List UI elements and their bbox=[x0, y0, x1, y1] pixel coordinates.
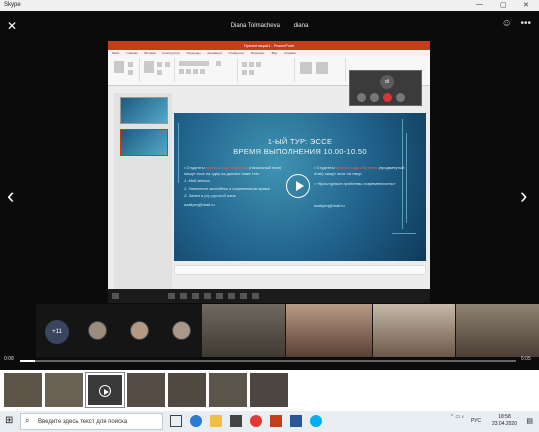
remote-taskbar bbox=[108, 289, 430, 303]
list-item: Мой мечта bbox=[188, 178, 210, 184]
participant-name: Diana Tolmacheva bbox=[230, 23, 280, 29]
slide-thumbnails bbox=[114, 93, 172, 293]
elapsed-time: 0:08 bbox=[4, 356, 14, 362]
powerpoint-titlebar: Презентация1 - PowerPoint bbox=[108, 41, 430, 50]
ribbon-tab[interactable]: Вставка bbox=[145, 51, 156, 55]
participants-strip: +11 bbox=[36, 304, 539, 357]
ribbon-tab[interactable]: Вид bbox=[272, 51, 277, 55]
participant-avatar[interactable] bbox=[88, 321, 107, 340]
total-time: 5:05 bbox=[521, 356, 531, 362]
skype-window: Skype — ▢ ✕ ✕ Diana Tolmacheva diana ☺ •… bbox=[0, 0, 539, 432]
store-icon[interactable] bbox=[230, 415, 242, 427]
list-item: Зачем я учу русский язык bbox=[188, 193, 236, 199]
ribbon-tab[interactable]: Файл bbox=[112, 51, 119, 55]
ribbon-tab[interactable]: Справка bbox=[284, 51, 296, 55]
ribbon-tab[interactable]: Рецензир. bbox=[251, 51, 265, 55]
video-thumbnail-selected[interactable] bbox=[85, 372, 125, 408]
taskbar: ⊞ ⌕ Введите здесь текст для поиска ⌃ ▭ ♪… bbox=[0, 411, 539, 432]
word-icon[interactable] bbox=[290, 415, 302, 427]
slide: 1-ЫЙ ТУР: ЭССЕ ВРЕМЯ ВЫПОЛНЕНИЯ 10.00-10… bbox=[174, 113, 426, 261]
call-view: ✕ Diana Tolmacheva diana ☺ ••• ‹ › Презе… bbox=[0, 11, 539, 370]
slide-subtitle: ВРЕМЯ ВЫПОЛНЕНИЯ 10.00-10.50 bbox=[233, 147, 367, 156]
opera-icon[interactable] bbox=[250, 415, 262, 427]
windows-start-icon[interactable]: ⊞ bbox=[5, 416, 13, 426]
play-icon[interactable] bbox=[286, 174, 310, 198]
email-text: azaliyeq@mail.ru bbox=[184, 201, 215, 207]
list-item: Увлечение молодёжи в современном время bbox=[188, 185, 270, 191]
timeline-track[interactable] bbox=[20, 360, 516, 362]
camera-icon[interactable] bbox=[357, 93, 366, 102]
left-column: • Студенты первого года обучения (началь… bbox=[184, 165, 284, 208]
notes-pane[interactable] bbox=[174, 265, 426, 275]
ribbon-tab[interactable]: Слайд-шоу bbox=[228, 51, 244, 55]
timeline-progress bbox=[20, 360, 35, 362]
edge-icon[interactable] bbox=[190, 415, 202, 427]
task-view-icon[interactable] bbox=[170, 415, 182, 427]
tray-icons[interactable]: ⌃ ▭ ♪ bbox=[450, 414, 464, 420]
share-icon[interactable] bbox=[396, 93, 405, 102]
participant-video[interactable] bbox=[373, 304, 455, 357]
window-title: Skype bbox=[4, 2, 21, 8]
minimize-icon[interactable]: — bbox=[476, 1, 483, 8]
video-thumbnail[interactable] bbox=[209, 373, 247, 407]
search-icon: ⌕ bbox=[25, 416, 30, 425]
right-column: • Студенты второго года обучения (продви… bbox=[314, 165, 414, 208]
ribbon-tab[interactable]: Конструктор bbox=[163, 51, 180, 55]
participant-video[interactable] bbox=[202, 304, 285, 357]
video-thumbnail[interactable] bbox=[168, 373, 206, 407]
call-header: Diana Tolmacheva diana bbox=[0, 23, 539, 29]
end-call-icon[interactable] bbox=[383, 93, 392, 102]
more-participants-button[interactable]: +11 bbox=[45, 320, 69, 344]
video-thumbnail[interactable] bbox=[250, 373, 288, 407]
list-item: «Культурные проблемы современности» bbox=[316, 181, 396, 187]
self-video-preview[interactable]: di bbox=[349, 70, 422, 106]
participant-video[interactable] bbox=[456, 304, 539, 357]
slide-thumbnail[interactable] bbox=[120, 129, 168, 156]
timeline: 0:08 5:05 bbox=[0, 353, 539, 369]
avatar: di bbox=[380, 75, 394, 89]
mic-icon[interactable] bbox=[370, 93, 379, 102]
language-indicator[interactable]: РУС bbox=[471, 418, 481, 424]
participant-video[interactable] bbox=[286, 304, 372, 357]
taskbar-search[interactable]: ⌕ Введите здесь текст для поиска bbox=[20, 413, 163, 430]
skype-icon[interactable] bbox=[310, 415, 322, 427]
video-thumbnail[interactable] bbox=[45, 373, 83, 407]
email-text: azaliyeq@mail.ru bbox=[314, 202, 345, 208]
notifications-icon[interactable]: ▤ bbox=[526, 417, 533, 425]
ribbon-tab[interactable]: Переходы bbox=[186, 51, 200, 55]
more-options-icon[interactable]: ••• bbox=[520, 18, 531, 29]
emoji-icon[interactable]: ☺ bbox=[501, 18, 511, 29]
ribbon-tab[interactable]: Анимация bbox=[207, 51, 221, 55]
chevron-right-icon[interactable]: › bbox=[520, 183, 527, 209]
slide-title: 1-ЫЙ ТУР: ЭССЕ bbox=[267, 137, 333, 146]
slide-thumbnail[interactable] bbox=[120, 97, 168, 124]
ribbon-tab[interactable]: Главная bbox=[126, 51, 137, 55]
search-placeholder: Введите здесь текст для поиска bbox=[38, 419, 128, 425]
powerpoint-icon[interactable] bbox=[270, 415, 282, 427]
close-window-icon[interactable]: ✕ bbox=[523, 1, 529, 9]
maximize-icon[interactable]: ▢ bbox=[500, 1, 507, 9]
title-bar: Skype — ▢ ✕ bbox=[0, 0, 539, 11]
participant-avatar[interactable] bbox=[130, 321, 149, 340]
participant-name: diana bbox=[293, 23, 309, 29]
shared-screen: Презентация1 - PowerPoint Файл Главная В… bbox=[108, 41, 430, 303]
clock[interactable]: 18:58 23.04.2020 bbox=[492, 414, 517, 428]
file-explorer-icon[interactable] bbox=[210, 415, 222, 427]
play-icon bbox=[99, 385, 111, 397]
video-thumbnail[interactable] bbox=[4, 373, 42, 407]
participant-avatar[interactable] bbox=[172, 321, 191, 340]
video-thumbnail[interactable] bbox=[127, 373, 165, 407]
filmstrip bbox=[0, 370, 539, 411]
chevron-left-icon[interactable]: ‹ bbox=[7, 183, 14, 209]
